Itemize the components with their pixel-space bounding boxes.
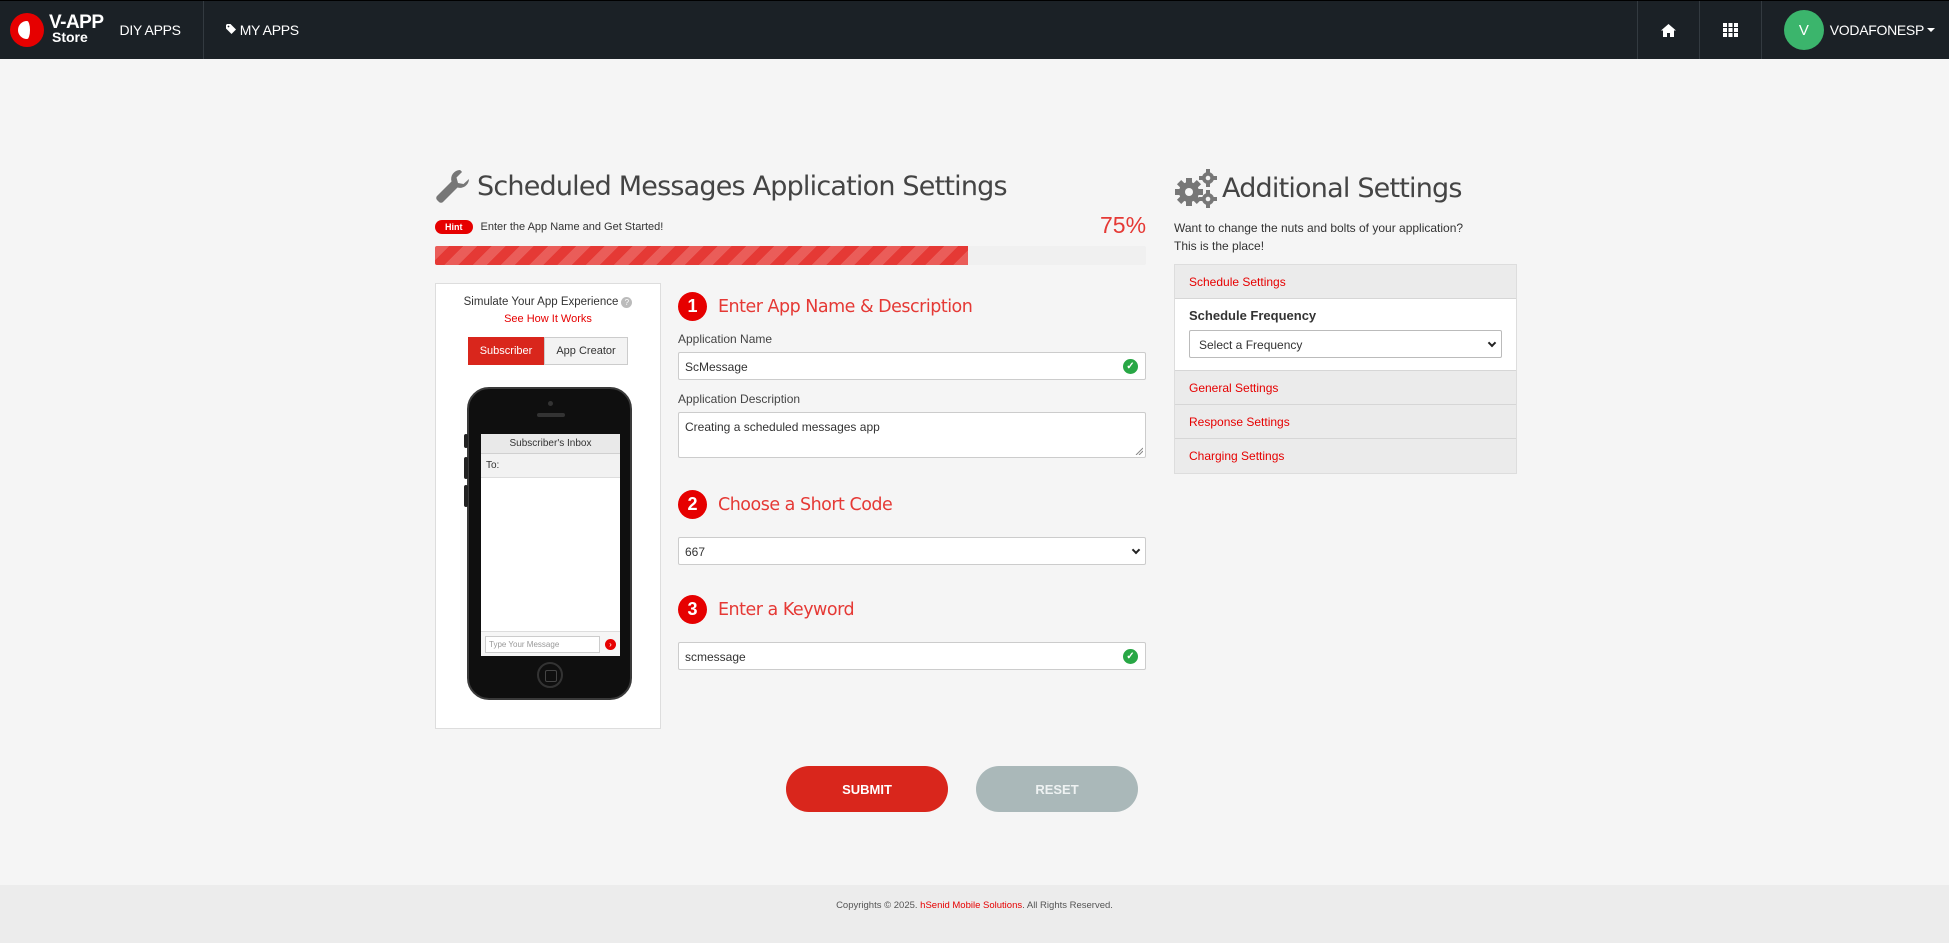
user-name: VODAFONESP: [1829, 22, 1925, 38]
schedule-frequency-select[interactable]: Select a Frequency: [1189, 330, 1502, 358]
message-input[interactable]: Type Your Message: [485, 635, 600, 653]
step-2-number: 2: [678, 490, 707, 519]
desc-line-1: Want to change the nuts and bolts of you…: [1174, 221, 1464, 235]
home-icon: [1660, 23, 1676, 37]
step-2-title: Choose a Short Code: [718, 494, 893, 515]
avatar: V: [1783, 10, 1824, 50]
simulator-title-text: Simulate Your App Experience: [463, 296, 619, 308]
footer-prefix: Copyrights © 2025.: [836, 900, 918, 911]
apps-grid-button[interactable]: [1698, 1, 1761, 59]
phone-home-button: [537, 662, 563, 688]
app-name-field[interactable]: ScMessage ✓: [678, 352, 1146, 380]
brand-logo-link[interactable]: V-APP Store: [0, 1, 104, 59]
nav-my-apps-label: MY APPS: [239, 22, 299, 38]
tab-subscriber[interactable]: Subscriber: [468, 337, 544, 365]
caret-down-icon: [1927, 28, 1935, 32]
footer-suffix: . All Rights Reserved.: [1022, 900, 1113, 911]
schedule-settings-panel: Schedule Frequency Select a Frequency: [1175, 299, 1516, 371]
simulator-toggle: Subscriber App Creator: [468, 337, 628, 365]
additional-settings-title-text: Additional Settings: [1222, 172, 1462, 204]
footer-company-link[interactable]: hSenid Mobile Solutions: [920, 900, 1022, 943]
keyword-value: scmessage: [685, 650, 746, 664]
app-name-value: ScMessage: [685, 360, 748, 374]
step-2-heading: 2 Choose a Short Code: [678, 490, 893, 519]
brand-text: V-APP Store: [49, 12, 104, 45]
camera-dot: [548, 401, 553, 406]
user-menu[interactable]: V VODAFONESP: [1760, 1, 1949, 59]
simulator-title: Simulate Your App Experience?: [436, 296, 660, 308]
step-3-number: 3: [678, 595, 707, 624]
inbox-header: Subscriber's Inbox: [481, 434, 620, 454]
page-title: Scheduled Messages Application Settings: [435, 168, 1008, 204]
schedule-frequency-value: Select a Frequency: [1199, 338, 1303, 352]
reset-button[interactable]: RESET: [976, 766, 1138, 812]
additional-settings-description: Want to change the nuts and bolts of you…: [1174, 219, 1534, 255]
step-1-number: 1: [678, 292, 707, 321]
check-icon: ✓: [1123, 359, 1138, 374]
step-3-heading: 3 Enter a Keyword: [678, 595, 855, 624]
home-button[interactable]: [1636, 1, 1699, 59]
keyword-field[interactable]: scmessage ✓: [678, 642, 1146, 670]
page-title-text: Scheduled Messages Application Settings: [477, 170, 1008, 202]
nav-diy-apps[interactable]: DIY APPS: [104, 1, 204, 59]
to-field: To:: [481, 454, 620, 478]
additional-settings-title: Additional Settings: [1174, 168, 1462, 208]
vodafone-logo-icon: [10, 13, 44, 47]
step-3-title: Enter a Keyword: [718, 599, 855, 620]
settings-accordion: Schedule Settings Schedule Frequency Sel…: [1174, 264, 1517, 474]
send-icon[interactable]: ›: [605, 638, 616, 650]
footer: Copyrights © 2025. hSenid Mobile Solutio…: [0, 885, 1949, 943]
phone-mockup: Subscriber's Inbox To: Type Your Message…: [464, 387, 632, 700]
resize-handle-icon[interactable]: [1135, 447, 1143, 455]
grid-icon: [1722, 23, 1738, 37]
short-code-value: 667: [685, 545, 706, 559]
step-1-title: Enter App Name & Description: [718, 296, 973, 317]
hint-badge: Hint: [435, 220, 473, 234]
accordion-general-settings[interactable]: General Settings: [1175, 371, 1516, 405]
progress-percent: 75%: [1100, 212, 1147, 238]
schedule-frequency-label: Schedule Frequency: [1189, 308, 1317, 323]
app-desc-label: Application Description: [678, 392, 801, 406]
accordion-schedule-settings[interactable]: Schedule Settings: [1175, 265, 1516, 299]
top-navbar: V-APP Store DIY APPS MY APPS V VODAFONES…: [0, 0, 1949, 59]
wrench-icon: [436, 170, 469, 203]
app-desc-field[interactable]: Creating a scheduled messages app: [678, 412, 1146, 458]
see-how-it-works-link[interactable]: See How It Works: [436, 313, 660, 325]
phone-screen: Subscriber's Inbox To: Type Your Message…: [481, 434, 620, 656]
accordion-response-settings[interactable]: Response Settings: [1175, 405, 1516, 439]
check-icon: ✓: [1123, 649, 1138, 664]
app-desc-value: Creating a scheduled messages app: [685, 420, 880, 434]
progress-fill: [435, 246, 969, 265]
app-name-label: Application Name: [678, 332, 773, 346]
step-1-heading: 1 Enter App Name & Description: [678, 292, 973, 321]
submit-button[interactable]: SUBMIT: [786, 766, 948, 812]
speaker-slot: [537, 413, 565, 417]
tab-app-creator[interactable]: App Creator: [544, 337, 628, 365]
accordion-charging-settings[interactable]: Charging Settings: [1175, 439, 1516, 473]
chevron-down-icon: [1131, 545, 1141, 555]
progress-bar: [435, 246, 1146, 265]
app-simulator: Simulate Your App Experience? See How It…: [435, 283, 661, 729]
gears-icon: [1175, 169, 1217, 208]
nav-my-apps[interactable]: MY APPS: [204, 1, 321, 59]
hint-text: Enter the App Name and Get Started!: [480, 221, 664, 233]
tag-icon: [225, 23, 237, 37]
short-code-select[interactable]: 667: [678, 537, 1146, 565]
chevron-down-icon: [1487, 338, 1497, 348]
help-icon[interactable]: ?: [621, 297, 633, 308]
desc-line-2: This is the place!: [1174, 239, 1265, 253]
